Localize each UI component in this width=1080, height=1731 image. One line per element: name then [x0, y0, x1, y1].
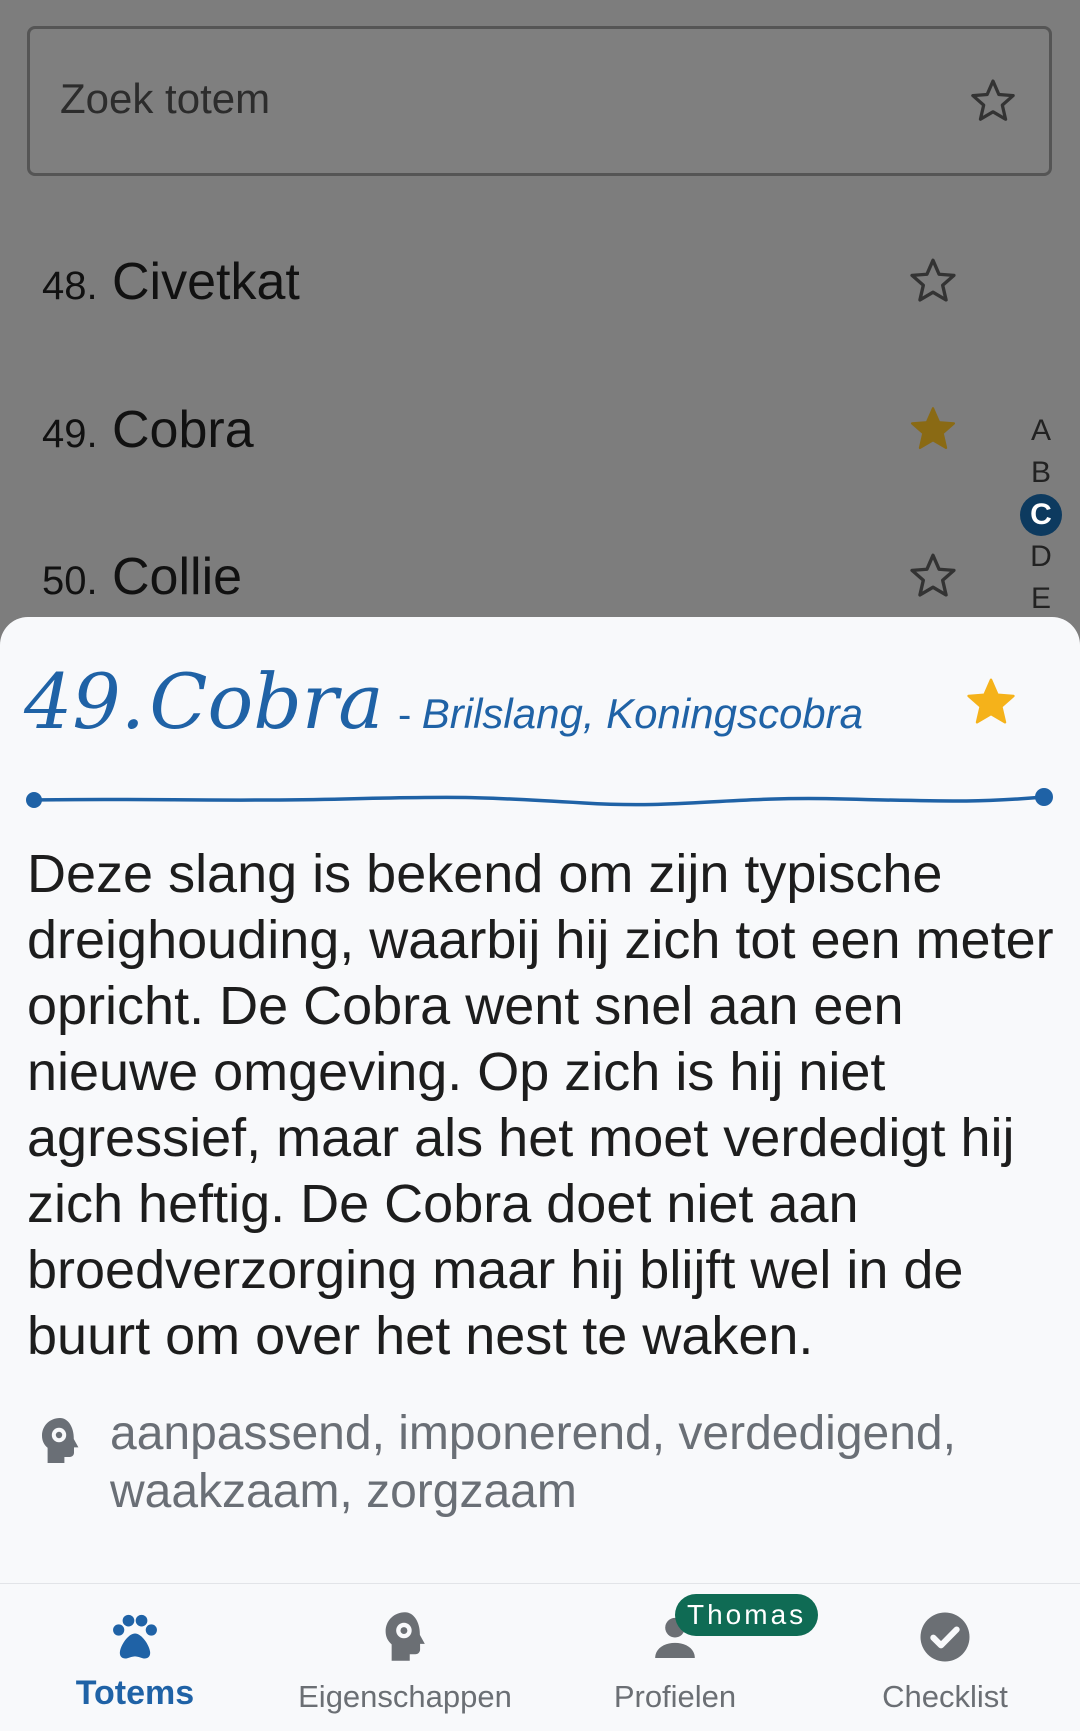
favorites-filter-star-icon[interactable]	[967, 75, 1019, 127]
active-profile-badge: Thomas	[675, 1594, 819, 1636]
totem-traits: aanpassend, imponerend, verdedigend, waa…	[110, 1407, 956, 1518]
totem-description: Deze slang is bekend om zijn typische dr…	[27, 844, 1054, 1366]
nav-label: Totems	[75, 1674, 195, 1712]
alphabet-index-letter[interactable]: A	[1020, 414, 1062, 448]
alphabet-index-letter[interactable]: B	[1020, 456, 1062, 490]
star-outline-icon[interactable]	[906, 549, 960, 603]
totem-title: 49. Cobra - Brilslang, Koningscobra	[24, 657, 863, 746]
list-item[interactable]: 48. Civetkat	[42, 236, 972, 336]
nav-label: Eigenschappen	[298, 1679, 512, 1714]
head-gear-icon	[385, 1612, 425, 1661]
decorative-divider	[26, 788, 1053, 808]
nav-totems[interactable]: Totems	[0, 1584, 270, 1731]
nav-eigenschappen[interactable]: Eigenschappen	[270, 1584, 540, 1731]
nav-checklist[interactable]: Checklist	[810, 1584, 1080, 1731]
search-field[interactable]: Zoek totem	[27, 26, 1052, 176]
list-item[interactable]: 49. Cobra	[42, 384, 972, 484]
nav-label: Checklist	[882, 1679, 1008, 1714]
totem-name: Cobra	[149, 657, 384, 746]
star-filled-icon[interactable]	[906, 402, 960, 456]
list-item-number: 48.	[42, 264, 98, 308]
bottom-navigation: Totems Eigenschappen Profielen Checklist…	[0, 1583, 1080, 1731]
list-item[interactable]: 50. Collie	[42, 531, 972, 631]
paw-icon	[113, 1614, 157, 1659]
alphabet-index-letter[interactable]: E	[1020, 582, 1062, 616]
alphabet-index-letter-active[interactable]: C	[1020, 494, 1062, 536]
title-separator: -	[397, 693, 412, 737]
totem-aliases: Brilslang, Koningscobra	[421, 690, 864, 737]
list-item-number: 49.	[42, 412, 98, 456]
favorite-star-icon[interactable]	[962, 673, 1020, 731]
totem-number: 49.	[24, 657, 145, 746]
alphabet-index-letter[interactable]: D	[1020, 540, 1062, 574]
list-item-name: Collie	[112, 548, 243, 606]
totem-detail-sheet: 49. Cobra - Brilslang, Koningscobra Deze…	[0, 617, 1080, 1730]
list-item-name: Cobra	[112, 401, 254, 459]
nav-label: Profielen	[613, 1679, 737, 1714]
head-gear-icon	[42, 1418, 79, 1463]
star-outline-icon[interactable]	[906, 254, 960, 308]
search-input[interactable]: Zoek totem	[60, 75, 270, 123]
list-item-number: 50.	[42, 559, 98, 603]
check-circle-icon	[920, 1612, 970, 1662]
list-item-name: Civetkat	[112, 253, 300, 311]
